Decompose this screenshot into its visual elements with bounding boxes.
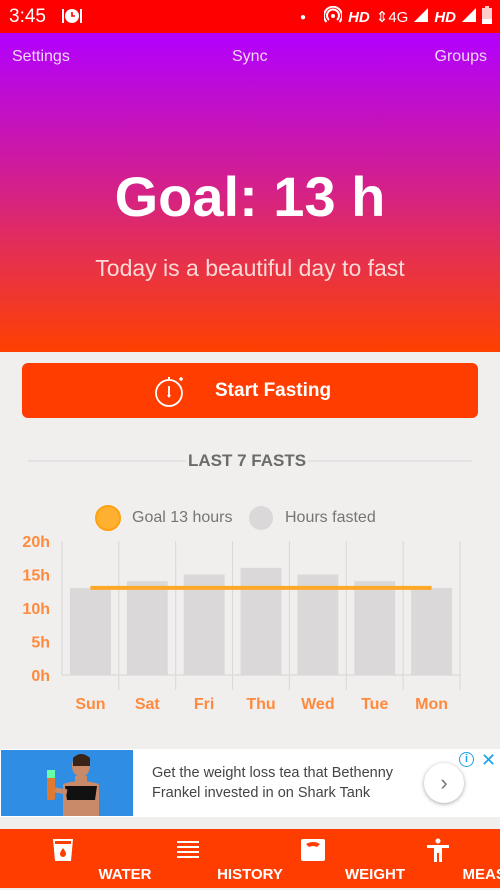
water-glass-icon	[52, 838, 74, 867]
ad-close-icon[interactable]: ✕	[481, 750, 496, 771]
ad-text[interactable]: Get the weight loss tea that Bethenny Fr…	[152, 763, 422, 803]
legend-hours-swatch	[249, 506, 273, 530]
x-tick-label: Tue	[361, 696, 388, 713]
fasting-alarm-icon	[61, 7, 83, 30]
ad-open-button[interactable]: ›	[424, 763, 464, 803]
body-measure-icon	[426, 838, 450, 867]
section-title: LAST 7 FASTS	[186, 451, 308, 471]
bottom-nav: WATER HISTORY WEIGHT MEASURE	[0, 829, 500, 888]
goal-header: Settings Sync Groups Goal: 13 h Today is…	[0, 33, 500, 352]
bar-thu	[241, 568, 282, 675]
battery-icon	[482, 6, 492, 28]
nav-measure[interactable]: MEASURE	[375, 831, 500, 890]
legend-goal-label: Goal 13 hours	[132, 509, 233, 527]
y-tick-label: 10h	[22, 601, 50, 618]
bar-tue	[354, 581, 395, 675]
nav-water[interactable]: WATER	[0, 831, 125, 890]
status-time: 3:45	[9, 6, 46, 28]
bar-sat	[127, 581, 168, 675]
status-icons: ● HD ⇕4G HD	[300, 6, 492, 28]
sync-link[interactable]: Sync	[232, 48, 268, 66]
notification-dot-icon: ●	[300, 12, 306, 23]
status-bar: 3:45 ● HD ⇕4G HD	[0, 0, 500, 33]
nav-measure-label: MEASURE	[438, 866, 500, 883]
network-label: HD	[348, 9, 370, 26]
signal-icon	[414, 8, 428, 26]
x-tick-label: Mon	[415, 696, 448, 713]
legend-hours-label: Hours fasted	[285, 509, 376, 527]
fasts-bar-chart: 0h 5h 10h 15h 20h Sun Sat Fri Thu Wed Tue Mon	[0, 530, 500, 725]
stopwatch-icon	[154, 374, 186, 413]
last-fasts-heading: LAST 7 FASTS	[28, 449, 472, 473]
list-icon	[177, 838, 199, 865]
y-tick-label: 20h	[22, 534, 50, 551]
x-tick-label: Wed	[301, 696, 334, 713]
x-tick-label: Fri	[194, 696, 214, 713]
scale-icon	[301, 838, 325, 867]
hotspot-icon	[324, 6, 342, 28]
tagline: Today is a beautiful day to fast	[0, 255, 500, 282]
legend-goal-swatch	[95, 505, 121, 531]
x-tick-label: Sat	[135, 696, 161, 713]
nav-history[interactable]: HISTORY	[125, 831, 250, 890]
nav-weight[interactable]: WEIGHT	[250, 831, 375, 890]
bar-sun	[70, 588, 111, 675]
chart-legend: Goal 13 hours Hours fasted	[0, 505, 500, 531]
start-fasting-button[interactable]: Start Fasting	[22, 363, 478, 418]
top-nav: Settings Sync Groups	[0, 48, 500, 70]
y-tick-label: 15h	[22, 568, 50, 585]
signal-icon-2	[462, 8, 476, 26]
network-type: ⇕4G	[376, 8, 409, 26]
settings-link[interactable]: Settings	[12, 48, 70, 66]
start-fasting-label: Start Fasting	[215, 380, 331, 402]
y-tick-label: 0h	[31, 668, 50, 685]
y-tick-label: 5h	[31, 635, 50, 652]
bar-mon	[411, 588, 452, 675]
ad-image[interactable]	[1, 750, 133, 816]
goal-title[interactable]: Goal: 13 h	[0, 164, 500, 229]
network-label-2: HD	[434, 9, 456, 26]
chevron-right-icon: ›	[440, 770, 447, 796]
x-tick-label: Thu	[246, 696, 275, 713]
x-tick-label: Sun	[75, 696, 105, 713]
ad-banner[interactable]: Get the weight loss tea that Bethenny Fr…	[0, 749, 500, 817]
groups-link[interactable]: Groups	[435, 48, 487, 66]
ad-info-icon[interactable]: i	[459, 752, 474, 767]
